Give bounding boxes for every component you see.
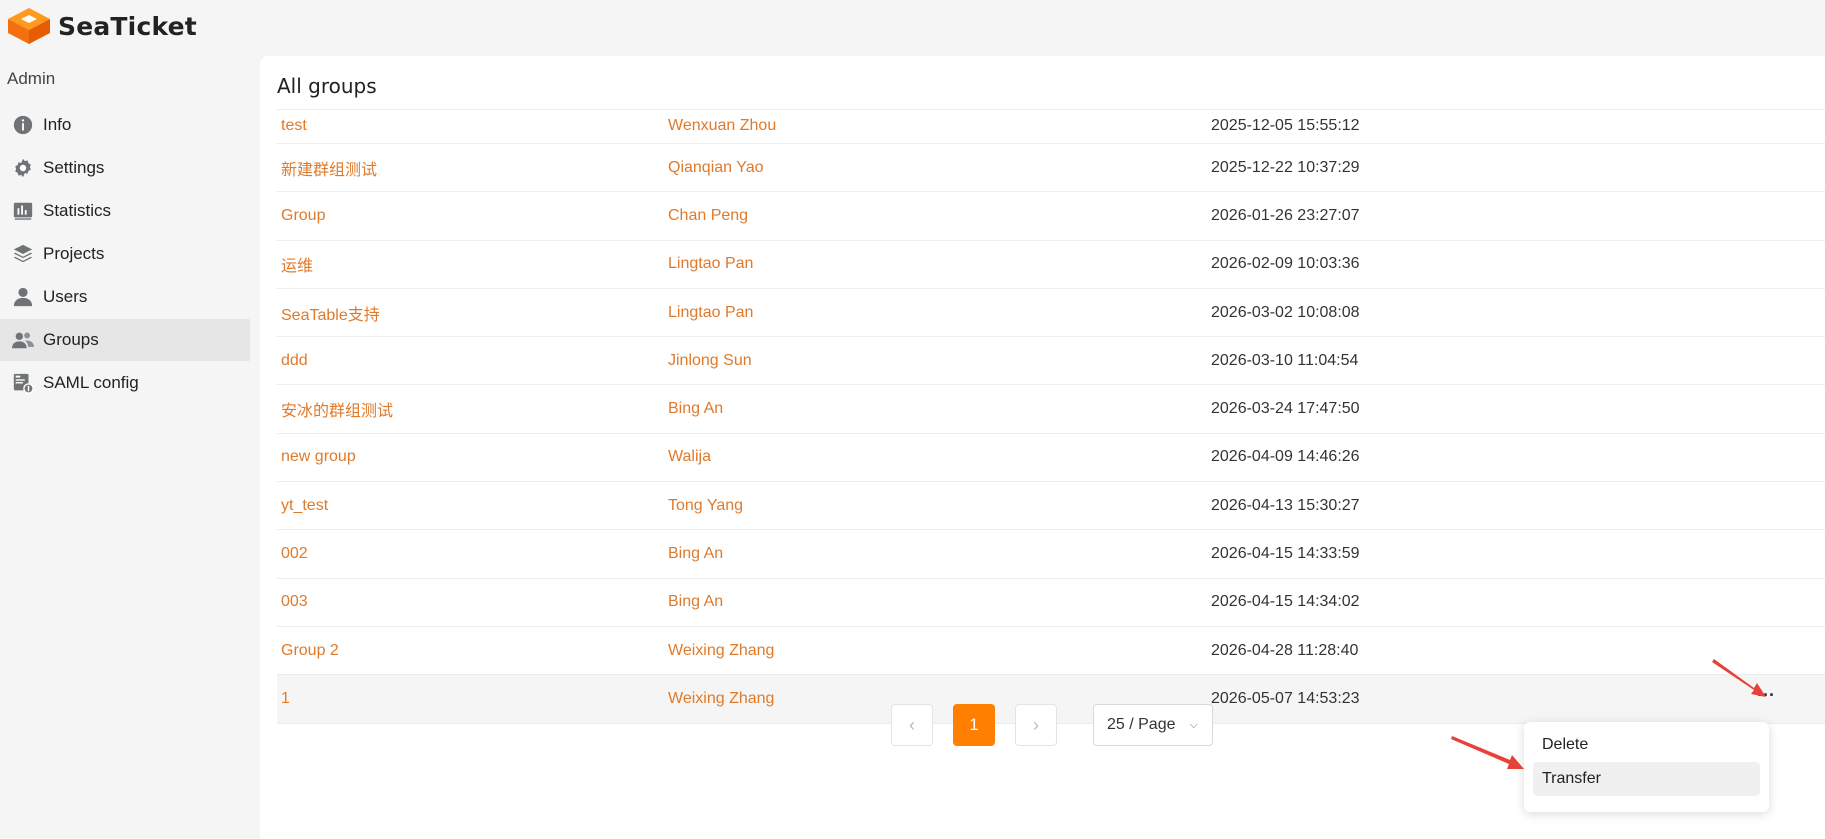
sidebar-item-label: Users — [43, 287, 88, 306]
user-icon — [12, 286, 34, 308]
table-row: test Wenxuan Zhou 2025-12-05 15:55:12 — [277, 110, 1825, 144]
pagination: ‹ 1 › 25 / Page ⌵ — [891, 704, 1213, 746]
group-name-link[interactable]: ddd — [281, 352, 308, 370]
sidebar-title: Admin — [7, 69, 56, 88]
table-row: Group Chan Peng 2026-01-26 23:27:07 — [277, 192, 1825, 241]
app-name: SeaTicket — [58, 11, 197, 41]
group-created-time: 2026-04-15 14:33:59 — [1211, 545, 1360, 563]
annotation-arrow-icon — [1451, 736, 1524, 769]
table-row: SeaTable支持 Lingtao Pan 2026-03-02 10:08:… — [277, 289, 1825, 338]
app-logo[interactable]: SeaTicket — [6, 6, 197, 46]
group-owner-link[interactable]: Jinlong Sun — [668, 352, 752, 370]
layers-icon — [12, 243, 34, 265]
info-icon — [12, 114, 34, 136]
group-owner-link[interactable]: Walija — [668, 448, 711, 466]
group-owner-link[interactable]: Bing An — [668, 593, 723, 611]
chevron-down-icon: ⌵ — [1189, 718, 1198, 731]
group-owner-link[interactable]: Bing An — [668, 400, 723, 418]
page-title: All groups — [277, 74, 377, 98]
group-name-link[interactable]: 1 — [281, 690, 290, 708]
group-owner-link[interactable]: Lingtao Pan — [668, 304, 753, 322]
operations-dropdown-menu: Delete Transfer — [1524, 722, 1769, 812]
sidebar-item-groups[interactable]: Groups — [0, 319, 250, 361]
group-created-time: 2026-03-24 17:47:50 — [1211, 400, 1360, 418]
group-name-link[interactable]: Group — [281, 207, 325, 225]
sidebar-item-info[interactable]: Info — [0, 104, 250, 146]
sidebar-item-projects[interactable]: Projects — [0, 233, 250, 275]
group-name-link[interactable]: 新建群组测试 — [281, 156, 377, 180]
sidebar-item-label: SAML config — [43, 373, 139, 392]
group-created-time: 2026-04-13 15:30:27 — [1211, 496, 1360, 514]
delete-menu-item[interactable]: Delete — [1533, 728, 1760, 762]
group-name-link[interactable]: 003 — [281, 593, 308, 611]
page-size-select[interactable]: 25 / Page ⌵ — [1093, 704, 1213, 746]
annotation-arrow-icon — [1712, 659, 1766, 697]
table-row: ddd Jinlong Sun 2026-03-10 11:04:54 — [277, 337, 1825, 386]
sidebar-item-label: Groups — [43, 330, 99, 349]
table-row: Group 2 Weixing Zhang 2026-04-28 11:28:4… — [277, 627, 1825, 676]
sidebar-item-statistics[interactable]: Statistics — [0, 190, 250, 232]
group-name-link[interactable]: 运维 — [281, 252, 313, 276]
seaticket-logo-icon — [8, 8, 50, 44]
sidebar-item-settings[interactable]: Settings — [0, 147, 250, 189]
table-row: new group Walija 2026-04-09 14:46:26 — [277, 434, 1825, 483]
groups-table: test Wenxuan Zhou 2025-12-05 15:55:12 新建… — [277, 110, 1825, 724]
group-name-link[interactable]: 安冰的群组测试 — [281, 397, 393, 421]
group-owner-link[interactable]: Bing An — [668, 545, 723, 563]
group-created-time: 2026-03-02 10:08:08 — [1211, 303, 1360, 321]
table-row: 002 Bing An 2026-04-15 14:33:59 — [277, 530, 1825, 579]
group-created-time: 2026-05-07 14:53:23 — [1211, 689, 1360, 707]
sidebar-item-saml-config[interactable]: SAML config — [0, 362, 250, 404]
transfer-menu-item[interactable]: Transfer — [1533, 762, 1760, 796]
sidebar-item-label: Statistics — [43, 201, 112, 220]
sidebar-item-users[interactable]: Users — [0, 276, 250, 318]
group-name-link[interactable]: SeaTable支持 — [281, 301, 380, 325]
gear-icon — [12, 157, 34, 179]
users-icon — [12, 329, 34, 351]
group-owner-link[interactable]: Chan Peng — [668, 207, 748, 225]
group-created-time: 2026-04-15 14:34:02 — [1211, 593, 1360, 611]
group-created-time: 2026-04-09 14:46:26 — [1211, 448, 1360, 466]
group-name-link[interactable]: new group — [281, 448, 356, 466]
group-owner-link[interactable]: Lingtao Pan — [668, 255, 753, 273]
sidebar: Admin Info Settings Statistics Projects … — [0, 56, 252, 404]
group-created-time: 2025-12-22 10:37:29 — [1211, 158, 1360, 176]
group-owner-link[interactable]: Qianqian Yao — [668, 159, 763, 177]
table-row: yt_test Tong Yang 2026-04-13 15:30:27 — [277, 482, 1825, 531]
table-row: 003 Bing An 2026-04-15 14:34:02 — [277, 579, 1825, 627]
saml-icon — [12, 372, 34, 394]
group-owner-link[interactable]: Wenxuan Zhou — [668, 117, 776, 135]
group-name-link[interactable]: yt_test — [281, 497, 328, 515]
group-owner-link[interactable]: Weixing Zhang — [668, 642, 774, 660]
sidebar-item-label: Projects — [43, 244, 105, 263]
table-row: 新建群组测试 Qianqian Yao 2025-12-22 10:37:29 — [277, 144, 1825, 193]
group-created-time: 2026-02-09 10:03:36 — [1211, 255, 1360, 273]
next-page-button[interactable]: › — [1015, 704, 1057, 746]
sidebar-item-label: Info — [43, 115, 72, 134]
group-created-time: 2026-01-26 23:27:07 — [1211, 206, 1360, 224]
group-created-time: 2026-04-28 11:28:40 — [1211, 641, 1359, 659]
group-created-time: 2025-12-05 15:55:12 — [1211, 117, 1360, 134]
sidebar-item-label: Settings — [43, 158, 105, 177]
table-row: 安冰的群组测试 Bing An 2026-03-24 17:47:50 — [277, 385, 1825, 434]
chart-icon — [12, 200, 34, 222]
table-row: 运维 Lingtao Pan 2026-02-09 10:03:36 — [277, 241, 1825, 289]
page-size-value: 25 / Page — [1107, 716, 1176, 733]
group-owner-link[interactable]: Tong Yang — [668, 497, 743, 515]
group-name-link[interactable]: Group 2 — [281, 642, 339, 660]
group-name-link[interactable]: test — [281, 117, 307, 135]
group-created-time: 2026-03-10 11:04:54 — [1211, 351, 1359, 369]
prev-page-button[interactable]: ‹ — [891, 704, 933, 746]
group-owner-link[interactable]: Weixing Zhang — [668, 690, 774, 708]
group-name-link[interactable]: 002 — [281, 545, 308, 563]
page-number-button[interactable]: 1 — [953, 704, 995, 746]
